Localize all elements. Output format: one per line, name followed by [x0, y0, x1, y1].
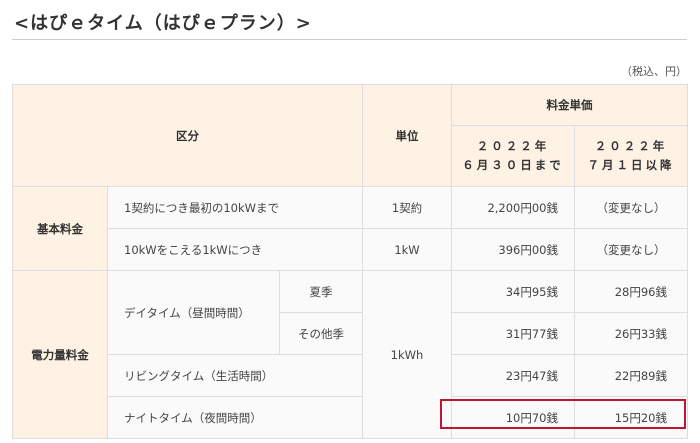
header-unit: 単位 [362, 84, 452, 187]
header-period-until-june: ２０２２年 ６月３０日まで [451, 125, 575, 187]
table-row: 基本料金 1契約につき最初の10kWまで 1契約 2,200円00銭 （変更なし… [12, 186, 688, 271]
living-rate-old: 23円47銭 [451, 354, 575, 397]
header-period-from-july: ２０２２年 ７月１日以降 [574, 125, 688, 187]
header-period2-year: ２０２２年 [594, 139, 668, 153]
basic-item: 1契約につき最初の10kWまで [107, 186, 363, 229]
night-time-label: ナイトタイム（夜間時間） [107, 396, 363, 439]
living-time-label: リビングタイム（生活時間） [107, 354, 363, 397]
table-row: 10kWをこえる1kWにつき 1kW 396円00銭 （変更なし） [13, 228, 688, 271]
basic-rate-new: （変更なし） [574, 186, 688, 229]
header-category: 区分 [12, 84, 363, 187]
basic-rate-new: （変更なし） [574, 228, 688, 271]
season-other: その他季 [279, 312, 363, 355]
daytime-other-rate-new: 26円33銭 [574, 312, 688, 355]
energy-charge-label: 電力量料金 [12, 270, 108, 439]
night-rate-highlight-box [440, 399, 686, 429]
daytime-label: デイタイム（昼間時間） [107, 270, 280, 355]
header-period1-year: ２０２２年 [476, 139, 550, 153]
energy-unit: 1kWh [362, 270, 452, 439]
basic-charge-label: 基本料金 [12, 186, 108, 271]
daytime-summer-rate-new: 28円96銭 [574, 270, 688, 313]
title-divider [12, 39, 687, 40]
daytime-other-rate-old: 31円77銭 [451, 312, 575, 355]
page-title: <はぴｅタイム（はぴｅプラン）> [14, 13, 312, 34]
basic-item: 10kWをこえる1kWにつき [107, 228, 363, 271]
tax-note: （税込、円） [621, 65, 687, 78]
living-rate-new: 22円89銭 [574, 354, 688, 397]
daytime-summer-rate-old: 34円95銭 [451, 270, 575, 313]
season-summer: 夏季 [279, 270, 363, 313]
table-row: リビングタイム（生活時間） 23円47銭 22円89銭 [13, 354, 688, 397]
header-period1-date: ６月３０日まで [462, 158, 564, 172]
table-row: 電力量料金 デイタイム（昼間時間） 夏季 1kWh 34円95銭 28円96銭 [12, 270, 688, 439]
basic-unit: 1契約 [362, 186, 452, 229]
basic-rate-old: 2,200円00銭 [451, 186, 575, 229]
header-rate-group: 料金単価 [451, 84, 688, 126]
basic-rate-old: 396円00銭 [451, 228, 575, 271]
header-period2-date: ７月１日以降 [587, 158, 675, 172]
basic-unit: 1kW [362, 228, 452, 271]
rate-table: 区分 単位 料金単価 ２０２２年 ６月３０日まで ２０２２年 ７月１日以降 基本… [12, 84, 688, 439]
